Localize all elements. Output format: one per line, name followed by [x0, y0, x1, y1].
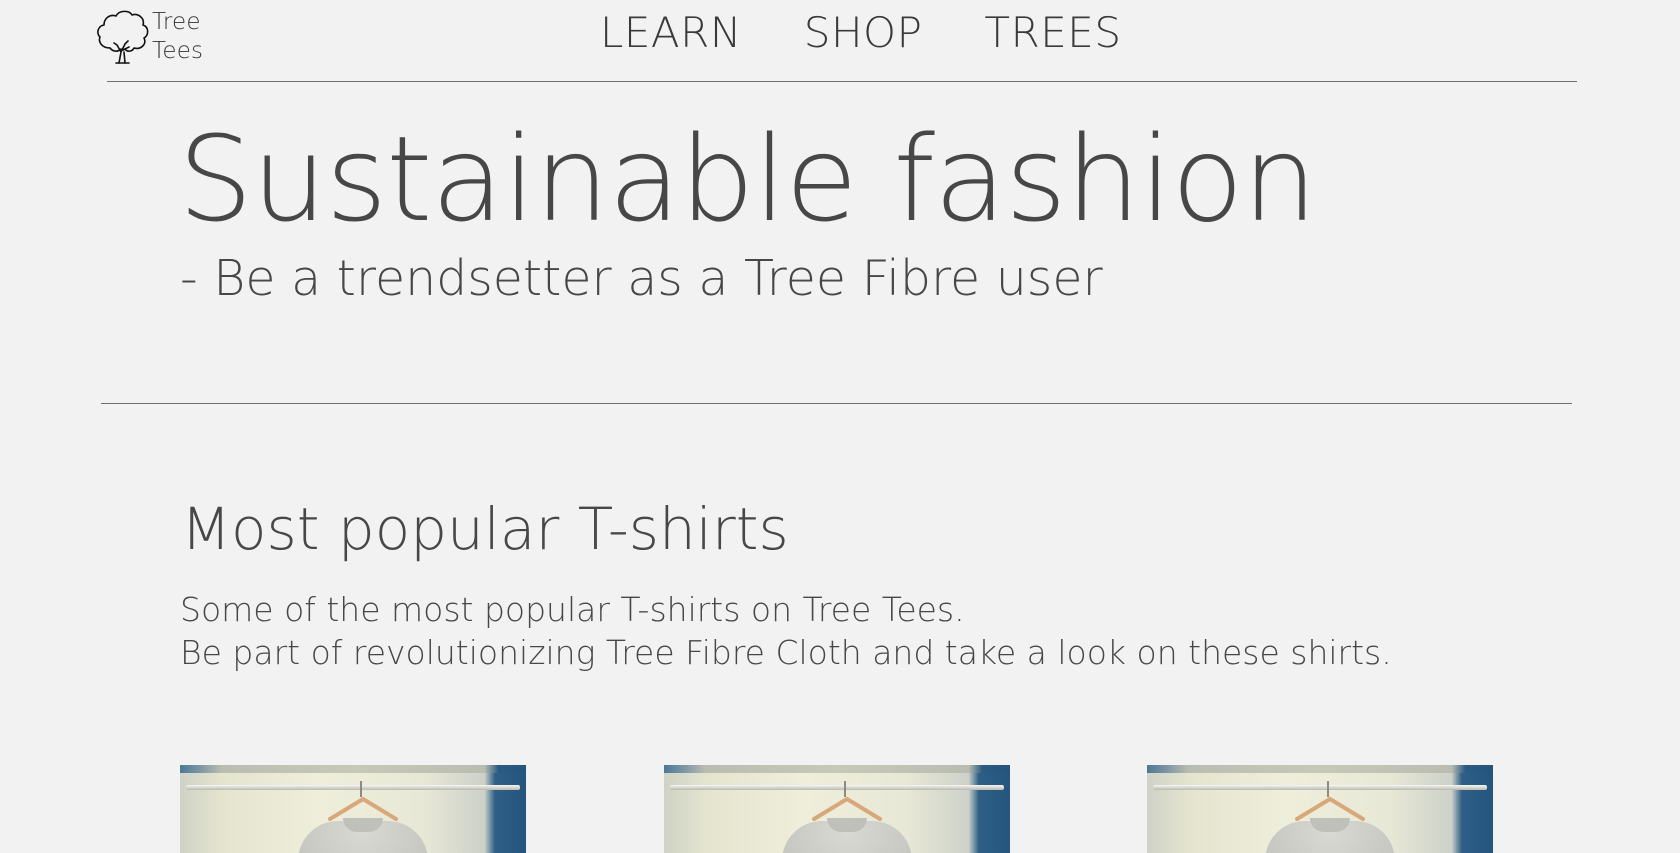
hero-title: Sustainable fashion	[178, 110, 1317, 248]
main-nav: LEARN SHOP TREES	[600, 5, 1184, 61]
popular-section-description: Some of the most popular T-shirts on Tre…	[180, 588, 1392, 674]
card-image-top	[1147, 765, 1493, 773]
nav-trees[interactable]: TREES	[984, 5, 1121, 61]
logo-text: Tree Tees	[152, 8, 203, 66]
tree-icon	[97, 10, 149, 64]
card-image-top	[664, 765, 1010, 773]
card-image-top	[180, 765, 526, 773]
hero-subtitle: - Be a trendsetter as a Tree Fibre user	[180, 250, 1103, 307]
nav-learn[interactable]: LEARN	[600, 5, 742, 61]
section-divider	[101, 403, 1572, 404]
clothes-rail	[670, 785, 1004, 790]
product-card-2[interactable]	[664, 765, 1010, 853]
header-divider	[107, 81, 1577, 82]
logo-link[interactable]: Tree Tees	[96, 8, 203, 66]
nav-shop[interactable]: SHOP	[804, 5, 923, 61]
description-line-2: Be part of revolutionizing Tree Fibre Cl…	[180, 633, 1392, 672]
clothes-rail	[1153, 785, 1487, 790]
page: Tree Tees LEARN SHOP TREES Sustainable f…	[0, 0, 1680, 853]
product-card-1[interactable]	[180, 765, 526, 853]
clothes-rail	[186, 785, 520, 790]
logo-line-2: Tees	[152, 38, 204, 64]
popular-section-title: Most popular T-shirts	[181, 495, 789, 563]
product-card-3[interactable]	[1147, 765, 1493, 853]
description-line-1: Some of the most popular T-shirts on Tre…	[180, 590, 965, 629]
logo-line-1: Tree	[152, 9, 201, 35]
